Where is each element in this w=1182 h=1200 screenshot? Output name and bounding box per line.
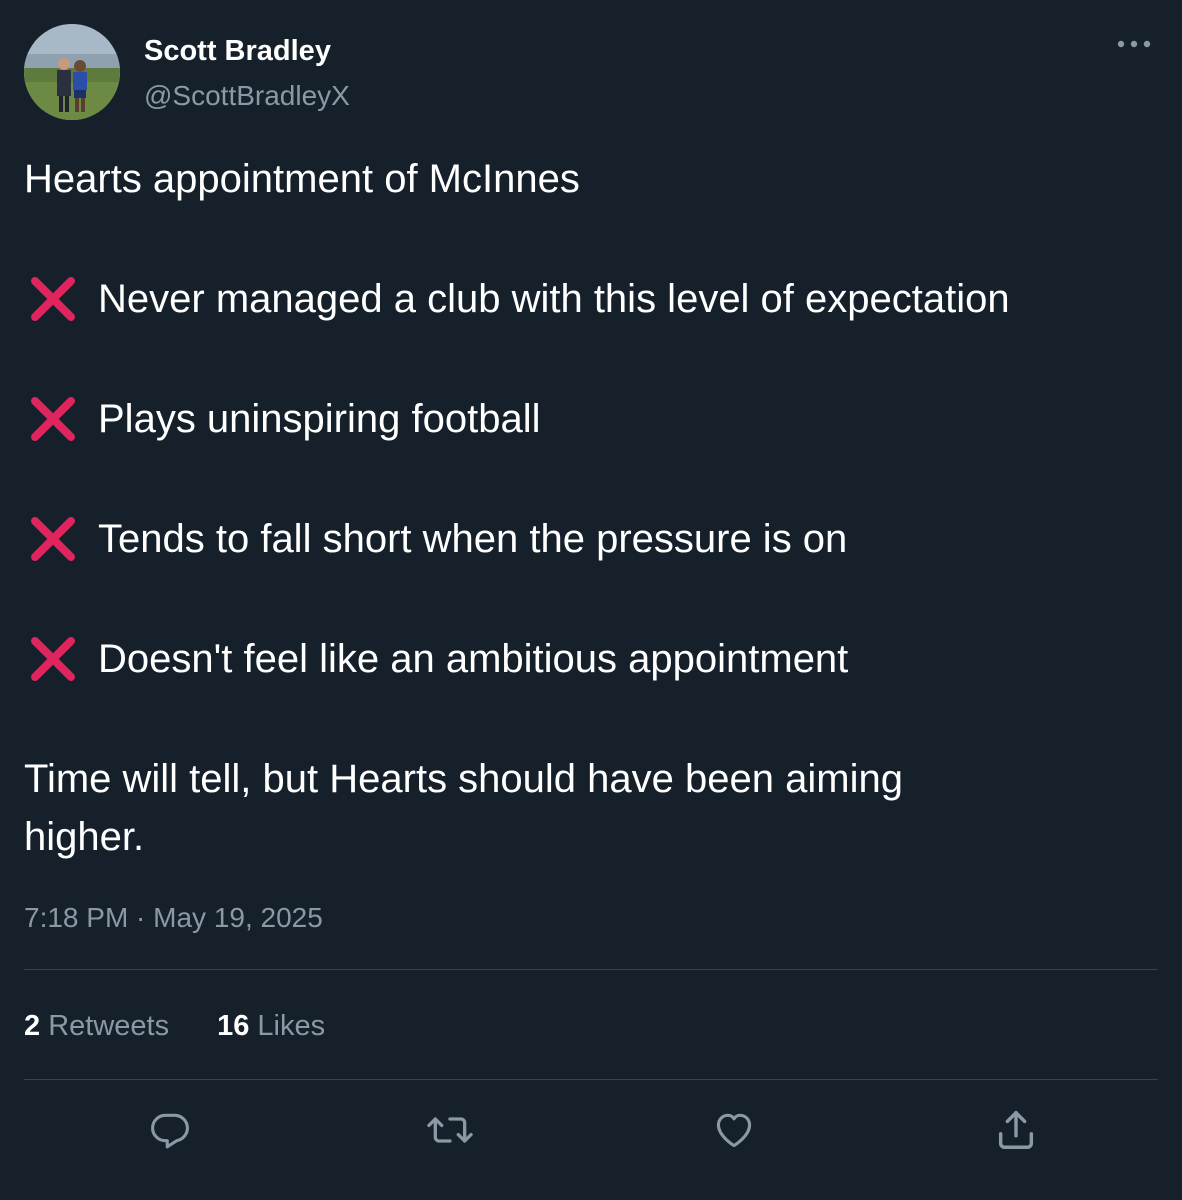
reply-icon xyxy=(151,1113,189,1149)
more-dots-icon xyxy=(1117,40,1151,48)
tweet-conclusion-line: Time will tell, but Hearts should have b… xyxy=(24,757,903,801)
bullet-item: Tends to fall short when the pressure is… xyxy=(24,510,847,568)
tweet-conclusion-line: higher. xyxy=(24,815,145,859)
bullet-text: Tends to fall short when the pressure is… xyxy=(98,517,848,561)
share-button[interactable] xyxy=(990,1104,1042,1156)
tweet-timestamp[interactable]: 7:18 PM · May 19, 2025 xyxy=(24,900,323,936)
likes-count: 16 xyxy=(217,1010,250,1042)
display-name[interactable]: Scott Bradley xyxy=(144,34,331,68)
engagement-stats: 2 Retweets 16 Likes xyxy=(24,1008,373,1044)
like-icon xyxy=(716,1113,752,1148)
cross-mark-icon xyxy=(24,630,82,688)
avatar[interactable] xyxy=(24,24,120,120)
retweet-icon xyxy=(427,1117,473,1143)
cross-mark-icon xyxy=(24,390,82,448)
bullet-text: Doesn't feel like an ambitious appointme… xyxy=(98,637,849,681)
more-options-button[interactable] xyxy=(1110,28,1158,60)
retweets-label: Retweets xyxy=(48,1010,170,1042)
like-button[interactable] xyxy=(708,1104,760,1156)
reply-button[interactable] xyxy=(144,1104,196,1156)
divider xyxy=(24,969,1158,970)
user-handle[interactable]: @ScottBradleyX xyxy=(144,80,350,112)
share-icon xyxy=(998,1111,1034,1149)
likes-label: Likes xyxy=(257,1010,326,1042)
tweet-intro: Hearts appointment of McInnes xyxy=(24,157,580,201)
retweet-button[interactable] xyxy=(424,1104,476,1156)
tweet: Scott Bradley @ScottBradleyX Hearts appo… xyxy=(0,0,1182,1200)
cross-mark-icon xyxy=(24,270,82,328)
bullet-item: Never managed a club with this level of … xyxy=(24,270,1010,328)
retweets-count: 2 xyxy=(24,1010,41,1042)
bullet-item: Doesn't feel like an ambitious appointme… xyxy=(24,630,848,688)
likes-stat[interactable]: 16 Likes xyxy=(217,1008,325,1044)
bullet-text: Never managed a club with this level of … xyxy=(98,277,1010,321)
avatar-photo xyxy=(24,24,120,120)
bullet-item: Plays uninspiring football xyxy=(24,390,540,448)
cross-mark-icon xyxy=(24,510,82,568)
divider xyxy=(24,1079,1158,1080)
bullet-text: Plays uninspiring football xyxy=(98,397,541,441)
retweets-stat[interactable]: 2 Retweets xyxy=(24,1008,169,1044)
